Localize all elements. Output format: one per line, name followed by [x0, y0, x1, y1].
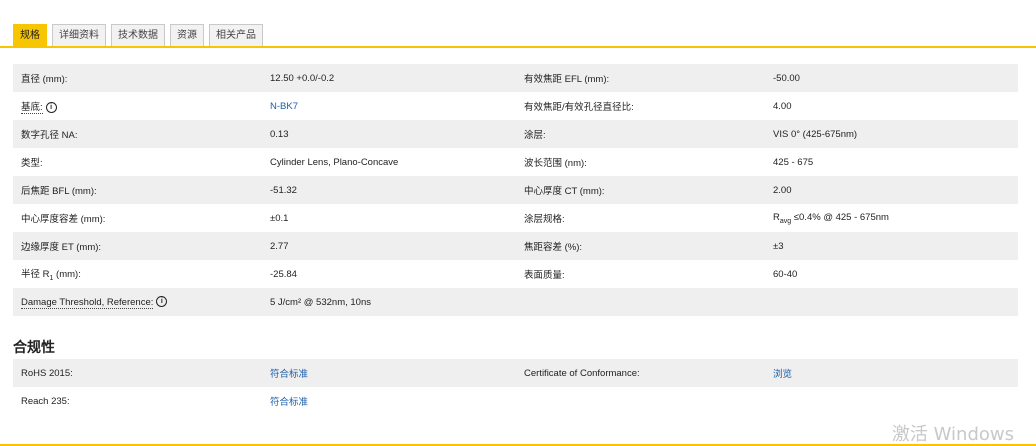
spec-value: 12.50 +0.0/-0.2 [270, 72, 335, 84]
r-avg-symbol: R [773, 211, 780, 223]
spec-value: 4.00 [773, 100, 792, 112]
spec-label: 焦距容差 (%): [524, 242, 583, 253]
tab-details[interactable]: 详细资料 [52, 24, 106, 46]
certificate-view-link[interactable]: 浏览 [773, 369, 792, 380]
table-row: 半径 R1 (mm): -25.84 表面质量: 60-40 [13, 260, 1018, 288]
spec-value: 2.00 [773, 184, 792, 196]
compliance-label: Reach 235: [21, 395, 70, 407]
tab-technical-data[interactable]: 技术数据 [111, 24, 165, 46]
spec-label: 表面质量: [524, 270, 565, 281]
table-row: 直径 (mm): 12.50 +0.0/-0.2 有效焦距 EFL (mm): … [13, 64, 1018, 92]
info-icon[interactable]: i [156, 296, 168, 308]
spec-label: Damage Threshold, Reference: i [13, 296, 262, 309]
compliance-value: 浏览 [765, 366, 1018, 380]
table-row: RoHS 2015: 符合标准 Certificate of Conforman… [13, 359, 1018, 387]
table-row: 后焦距 BFL (mm): -51.32 中心厚度 CT (mm): 2.00 [13, 176, 1018, 204]
specifications-table: 直径 (mm): 12.50 +0.0/-0.2 有效焦距 EFL (mm): … [13, 64, 1018, 316]
tab-related-products[interactable]: 相关产品 [209, 24, 263, 46]
spec-value: 425 - 675 [773, 156, 814, 168]
rohs-compliant-link[interactable]: 符合标准 [270, 369, 308, 380]
table-row: 边缘厚度 ET (mm): 2.77 焦距容差 (%): ±3 [13, 232, 1018, 260]
tab-resources[interactable]: 资源 [170, 24, 204, 46]
spec-value: Ravg ≤0.4% @ 425 - 675nm [765, 212, 1018, 225]
spec-label: 数字孔径 NA: [21, 130, 78, 141]
spec-value: N-BK7 [262, 101, 516, 112]
tab-specifications[interactable]: 规格 [13, 24, 47, 46]
table-row: 中心厚度容差 (mm): ±0.1 涂层规格: Ravg ≤0.4% @ 425… [13, 204, 1018, 232]
spec-value: 0.13 [270, 128, 289, 140]
substrate-link[interactable]: N-BK7 [270, 101, 298, 112]
spec-label: 直径 (mm): [21, 74, 68, 85]
compliance-value: 符合标准 [262, 394, 516, 408]
radius-unit: (mm): [53, 269, 81, 281]
table-row: 数字孔径 NA: 0.13 涂层: VIS 0° (425-675nm) [13, 120, 1018, 148]
spec-value: 60-40 [773, 268, 798, 280]
table-row: Damage Threshold, Reference: i 5 J/cm² @ … [13, 288, 1018, 316]
spec-value: -51.32 [270, 184, 297, 196]
spec-label: 后焦距 BFL (mm): [21, 186, 97, 197]
spec-label: 基底: i [13, 99, 262, 114]
radius-label: 半径 R [21, 269, 50, 281]
spec-label: 有效焦距/有效孔径直径比: [524, 102, 634, 113]
tab-underline [0, 46, 1036, 48]
substrate-label[interactable]: 基底: [21, 102, 43, 114]
r-avg-subscript: avg [779, 217, 792, 225]
spec-label: 涂层规格: [524, 214, 565, 225]
spec-label: 涂层: [524, 130, 546, 141]
table-row: 基底: i N-BK7 有效焦距/有效孔径直径比: 4.00 [13, 92, 1018, 120]
compliance-value: 符合标准 [262, 366, 516, 380]
spec-value: Cylinder Lens, Plano-Concave [270, 156, 399, 168]
reach-compliant-link[interactable]: 符合标准 [270, 397, 308, 408]
spec-value: ±0.1 [270, 212, 289, 224]
compliance-label: Certificate of Conformance: [524, 367, 640, 379]
info-icon[interactable]: i [45, 101, 57, 113]
spec-label: 中心厚度 CT (mm): [524, 186, 605, 197]
damage-threshold-label[interactable]: Damage Threshold, Reference: [21, 296, 154, 309]
spec-value: ±3 [773, 240, 784, 252]
spec-value: 5 J/cm² @ 532nm, 10ns [270, 296, 371, 308]
spec-label: 中心厚度容差 (mm): [21, 214, 106, 225]
windows-activation-watermark: 激活 Windows [891, 424, 1014, 445]
spec-label: 类型: [21, 158, 43, 169]
coating-spec-text: ≤0.4% @ 425 - 675nm [791, 211, 889, 223]
spec-label: 波长范围 (nm): [524, 158, 587, 169]
spec-label: 边缘厚度 ET (mm): [21, 242, 102, 253]
spec-label: 有效焦距 EFL (mm): [524, 74, 610, 85]
table-row: 类型: Cylinder Lens, Plano-Concave 波长范围 (n… [13, 148, 1018, 176]
spec-label: 半径 R1 (mm): [13, 266, 262, 282]
compliance-label: RoHS 2015: [21, 367, 73, 379]
compliance-table: RoHS 2015: 符合标准 Certificate of Conforman… [13, 359, 1018, 415]
spec-value: VIS 0° (425-675nm) [773, 128, 858, 140]
spec-value: -50.00 [773, 72, 800, 84]
table-row: Reach 235: 符合标准 [13, 387, 1018, 415]
spec-value: -25.84 [270, 268, 297, 280]
compliance-heading: 合规性 [13, 339, 55, 355]
spec-value: 2.77 [270, 240, 289, 252]
tab-bar: 规格 详细资料 技术数据 资源 相关产品 [13, 24, 263, 46]
